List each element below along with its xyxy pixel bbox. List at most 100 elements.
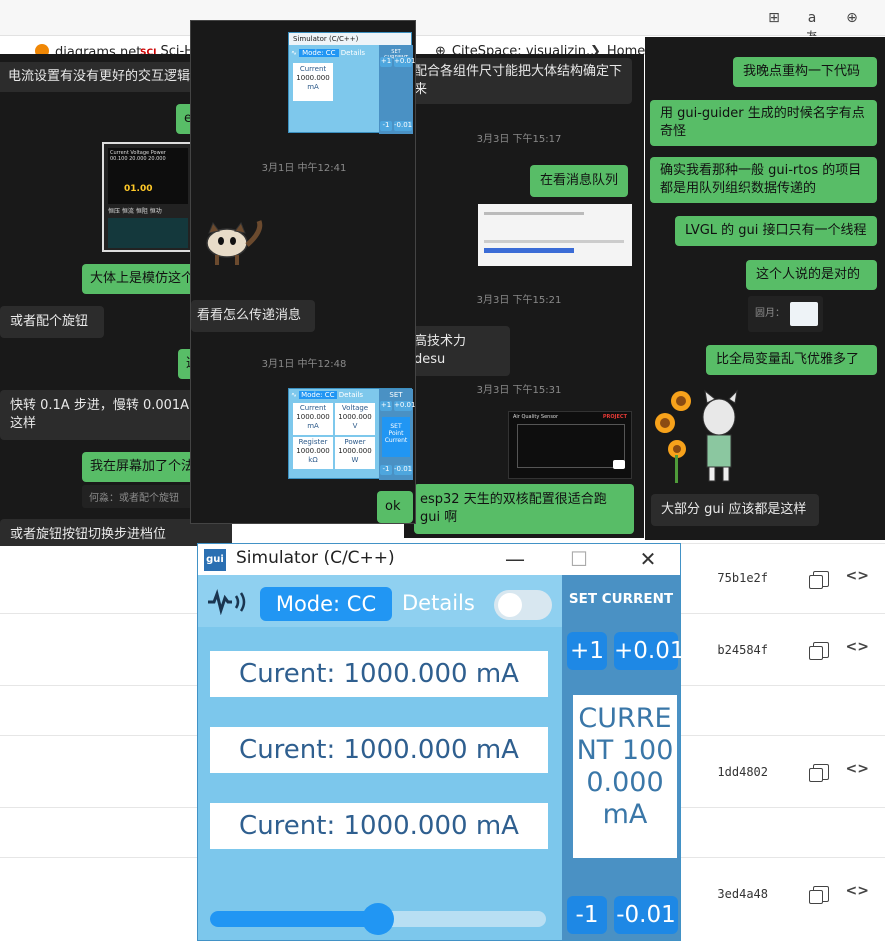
mini-simulator-bottom: ∿ Mode: CC Details SET +1 +0.01 SET Poin… — [288, 388, 415, 480]
mini-sim-header: ∿ Mode: CC Details — [291, 391, 364, 399]
simulator-body: Mode: CC Details Curent: 1000.000 mA Cur… — [198, 575, 684, 940]
mini-power-box: Power 1000.000 W — [335, 437, 375, 469]
mini-minus001-button[interactable]: -0.01 — [394, 465, 412, 475]
code-icon[interactable]: <> — [846, 761, 869, 777]
split-screen-icon[interactable]: ⊞ — [764, 8, 784, 28]
minus-hundredth-button[interactable]: -0.01 — [614, 896, 678, 934]
code-icon[interactable]: <> — [846, 639, 869, 655]
zoom-icon[interactable]: ⊕ — [842, 8, 862, 28]
mini-power-label: Power — [344, 438, 366, 446]
mini-mode-button[interactable]: Mode: CC — [299, 49, 339, 57]
browser-toolbar: ⊞ aあ ⊕ — [0, 0, 885, 46]
timestamp: 3月3日 下午15:21 — [476, 295, 562, 306]
mini-current-box: Current 1000.000 mA — [293, 403, 333, 435]
minimize-button[interactable]: — — [498, 546, 532, 572]
code-icon[interactable]: <> — [846, 568, 869, 584]
sunflower-sticker — [649, 385, 749, 485]
mini-voltage-value: 1000.000 — [338, 413, 372, 421]
mini-minus001-button[interactable]: -0.01 — [394, 121, 412, 131]
mini-details-label: Details — [338, 391, 364, 399]
timestamp: 3月1日 中午12:41 — [261, 163, 347, 174]
details-toggle[interactable] — [494, 590, 552, 620]
chat-message: 配合各组件尺寸能把大体结构确定下来 — [404, 58, 632, 104]
video-diagram — [517, 424, 625, 468]
current-slider[interactable] — [210, 903, 546, 935]
chat-message: 确实我看那种一般 gui-rtos 的项目都是用队列组织数据传递的 — [650, 157, 877, 203]
signal-wave-icon — [208, 589, 246, 615]
mini-power-unit: W — [351, 456, 359, 464]
minus-one-button[interactable]: -1 — [567, 896, 607, 934]
sunflower-sticker-icon — [655, 389, 738, 483]
mini-register-value: 1000.000 — [296, 447, 330, 455]
close-button[interactable]: ✕ — [631, 546, 665, 572]
mini-simulator-top: Simulator (C/C++) ∿ Mode: CC Details SET… — [288, 32, 415, 134]
quoted-image-thumb — [790, 302, 818, 326]
copy-icon[interactable] — [809, 642, 829, 660]
mini-minus1-button[interactable]: -1 — [380, 465, 392, 475]
commit-hash: 3ed4a48 — [717, 887, 768, 901]
video-badge: PROJECT — [602, 414, 627, 420]
chat-panel-middle: 配合各组件尺寸能把大体结构确定下来 3月3日 下午15:17 在看消息队列 3月… — [404, 54, 644, 538]
device-buttons: 恒压 恒流 恒阻 恒功 — [108, 208, 162, 215]
simulator-window: gui Simulator (C/C++) — ☐ ✕ Mode: CC Det… — [197, 543, 684, 941]
quote-author: 圆月： — [755, 308, 785, 319]
article-line — [484, 212, 584, 215]
mini-sim-header: ∿ Mode: CC Details — [291, 49, 366, 57]
chat-message: 在看消息队列 — [530, 165, 628, 197]
copy-icon[interactable] — [809, 571, 829, 589]
chat-message: 高技术力 desu — [404, 326, 510, 376]
mini-register-box: Register 1000.000 kΩ — [293, 437, 333, 469]
mini-current-unit: mA — [307, 83, 319, 91]
article-line — [484, 240, 624, 243]
quoted-image[interactable]: 圆月： — [748, 296, 823, 332]
maximize-button[interactable]: ☐ — [562, 546, 596, 572]
video-thumbnail[interactable]: Air Quality Sensor PROJECT — [508, 411, 632, 479]
chat-panel-right: 我晚点重构一下代码 用 gui-guider 生成的时候名字有点奇怪 确实我看那… — [645, 37, 885, 540]
mini-voltage-box: Voltage 1000.000 V — [335, 403, 375, 435]
plus-one-button[interactable]: +1 — [567, 632, 607, 670]
mini-current-value: 1000.000 — [296, 413, 330, 421]
details-label: Details — [402, 591, 475, 615]
chat-message: 这个人说的是对的 — [746, 260, 877, 290]
mini-current-unit: mA — [307, 422, 319, 430]
mini-plus001-button[interactable]: +0.01 — [394, 401, 415, 411]
chat-message: 比全局变量乱飞优雅多了 — [706, 345, 877, 375]
mini-plus1-button[interactable]: +1 — [380, 57, 392, 67]
current-readout: Curent: 1000.000 mA — [210, 727, 548, 773]
commit-hash: 75b1e2f — [717, 571, 768, 585]
mini-sim-title: Simulator (C/C++) — [289, 33, 411, 45]
copy-icon[interactable] — [809, 764, 829, 782]
slider-knob[interactable] — [362, 903, 394, 935]
mini-minus1-button[interactable]: -1 — [380, 121, 392, 131]
mini-register-label: Register — [298, 438, 328, 446]
article-highlight — [484, 248, 574, 253]
commit-hash: b24584f — [717, 643, 768, 657]
chat-message: 我晚点重构一下代码 — [733, 57, 877, 87]
mini-current-box: Current 1000.000 mA — [293, 63, 333, 101]
mini-set-column: SET +1 +0.01 SET Point Current -1 -0.01 — [379, 389, 415, 480]
chat-message: 用 gui-guider 生成的时候名字有点奇怪 — [650, 100, 877, 146]
simulator-title: Simulator (C/C++) — [236, 548, 395, 568]
device-screen: Current Voltage Power 00.100 20.000 20.00… — [108, 148, 188, 204]
mini-setpoint-box: SET Point Current — [382, 417, 410, 457]
article-screenshot[interactable] — [478, 204, 632, 266]
device-value: 01.00 — [124, 184, 153, 194]
set-current-label: SET CURRENT — [568, 591, 674, 607]
plus-hundredth-button[interactable]: +0.01 — [614, 632, 684, 670]
mode-button[interactable]: Mode: CC — [260, 587, 392, 621]
copy-icon[interactable] — [809, 886, 829, 904]
chat-message: 大部分 gui 应该都是这样 — [651, 494, 819, 526]
mini-details-label: Details — [340, 49, 366, 57]
mini-plus001-button[interactable]: +0.01 — [394, 57, 415, 67]
read-aloud-icon[interactable]: aあ — [802, 8, 822, 46]
mini-mode-button[interactable]: Mode: CC — [299, 391, 337, 399]
slider-fill — [210, 911, 378, 927]
play-icon — [613, 460, 625, 469]
simulator-logo: gui — [204, 549, 226, 571]
chat-message: esp32 天生的双核配置很适合跑 gui 啊 — [414, 484, 634, 534]
mini-plus1-button[interactable]: +1 — [380, 401, 392, 411]
code-icon[interactable]: <> — [846, 883, 869, 899]
mini-current-value: 1000.000 — [296, 74, 330, 82]
mini-current-label: Current — [299, 65, 327, 73]
timestamp: 3月3日 下午15:17 — [476, 134, 562, 145]
